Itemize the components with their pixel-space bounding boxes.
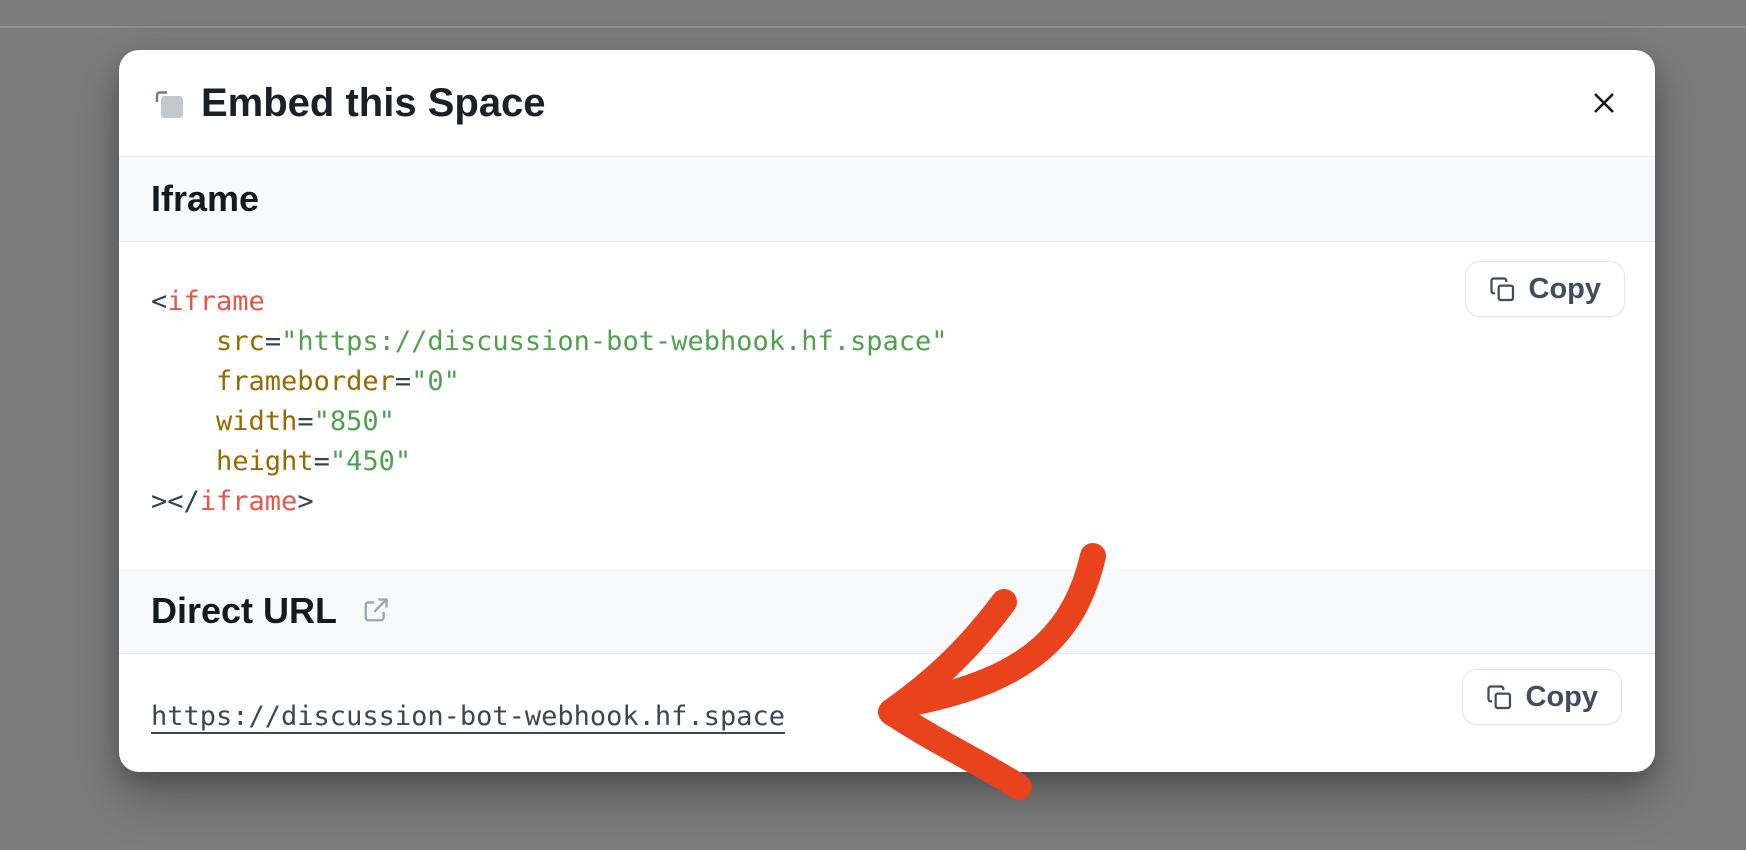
- copy-url-button[interactable]: Copy: [1462, 669, 1623, 725]
- code-line: ></iframe>: [151, 482, 1623, 522]
- code-line: frameborder="0": [151, 362, 1623, 402]
- copy-icon: [1486, 684, 1513, 711]
- iframe-code-section: <iframe src="https://discussion-bot-webh…: [119, 242, 1655, 569]
- iframe-section-heading: Iframe: [151, 178, 259, 220]
- code-line: height="450": [151, 442, 1623, 482]
- copy-button-label: Copy: [1526, 681, 1599, 714]
- copy-iframe-button[interactable]: Copy: [1465, 261, 1626, 317]
- direct-url-row: https://discussion-bot-webhook.hf.space …: [119, 654, 1655, 772]
- modal-title: Embed this Space: [201, 81, 546, 126]
- code-line: src="https://discussion-bot-webhook.hf.s…: [151, 322, 1623, 362]
- modal-header: Embed this Space: [119, 50, 1655, 156]
- direct-url-section-header: Direct URL: [119, 569, 1655, 654]
- background-page-divider: [0, 26, 1746, 28]
- external-link-icon: [362, 596, 390, 629]
- code-line: width="850": [151, 402, 1623, 442]
- copy-button-label: Copy: [1529, 273, 1602, 306]
- iframe-embed-code: <iframe src="https://discussion-bot-webh…: [119, 242, 1655, 522]
- code-line: <iframe: [151, 282, 1623, 322]
- copy-icon: [1489, 276, 1516, 303]
- embed-space-modal: Embed this Space Iframe <iframe src="htt…: [119, 50, 1655, 772]
- direct-url-link[interactable]: https://discussion-bot-webhook.hf.space: [151, 701, 785, 732]
- close-icon: [1587, 86, 1621, 120]
- close-button[interactable]: [1581, 80, 1627, 126]
- copy-icon: [151, 86, 185, 120]
- direct-url-heading: Direct URL: [151, 590, 337, 632]
- iframe-section-header: Iframe: [119, 156, 1655, 242]
